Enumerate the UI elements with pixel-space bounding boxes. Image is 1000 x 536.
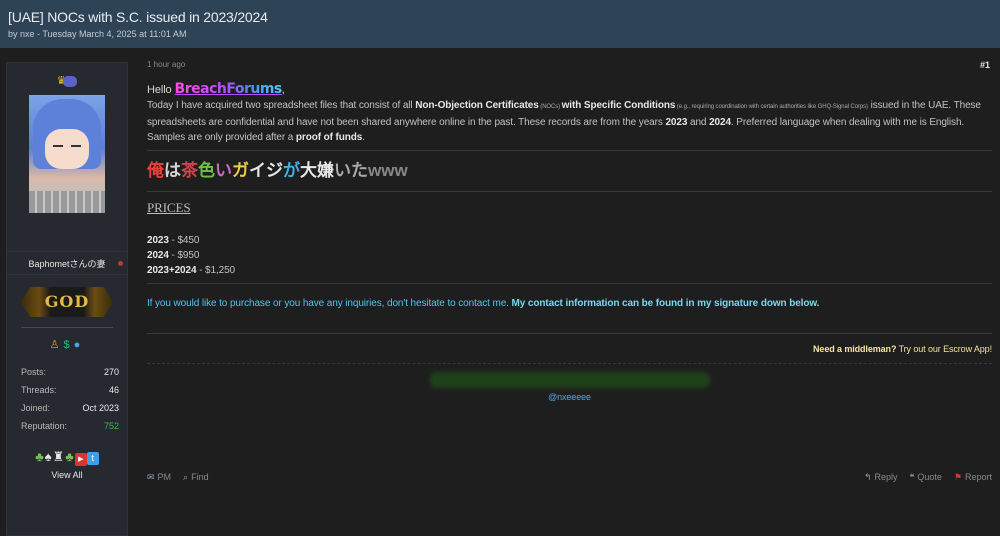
post-meta: 1 hour ago #1: [147, 48, 992, 82]
award-icon[interactable]: $: [64, 339, 74, 351]
username-label[interactable]: Baphometさんの妻: [28, 259, 105, 269]
divider: [147, 150, 992, 151]
intro-paragraph: Today I have acquired two spreadsheet fi…: [147, 100, 981, 143]
achievement-icon[interactable]: ♠: [45, 449, 53, 464]
thread-byline: by nxe - Tuesday March 4, 2025 at 11:01 …: [8, 29, 187, 39]
thread-title: [UAE] NOCs with S.C. issued in 2023/2024: [8, 9, 268, 25]
post-body: Hello BreachForums, Today I have acquire…: [147, 82, 992, 405]
brand-name: BreachForums: [174, 81, 283, 97]
stat-posts: Posts: 270: [21, 367, 119, 377]
prices-heading: PRICES: [147, 200, 191, 215]
achievement-icon[interactable]: ♣: [35, 449, 45, 464]
stat-reputation: Reputation: 752: [21, 421, 119, 431]
reply-icon: ↰: [863, 471, 872, 482]
envelope-icon: ✉: [147, 471, 155, 482]
author-stats: Posts: 270 Threads: 46 Joined: Oct 2023 Rep…: [7, 363, 127, 435]
offline-status-icon: [118, 261, 123, 266]
rank-divider: [21, 327, 113, 328]
price-item: 2023+2024 - $1,250: [147, 265, 236, 276]
thread-header: [UAE] NOCs with S.C. issued in 2023/2024…: [0, 0, 1000, 48]
achievement-icon[interactable]: ♣: [65, 449, 75, 464]
flag-icon: ⚑: [953, 471, 962, 482]
divider: [147, 283, 992, 284]
award-icon[interactable]: ●: [74, 339, 85, 351]
reply-button[interactable]: ↰ Reply: [864, 472, 898, 483]
japanese-banner-text: 俺は茶色いガイジが大嫌いたwww: [147, 161, 408, 180]
post: ♛ Baphometさんの妻 GOD ♙$● Posts: 270 Threads…: [0, 48, 1000, 536]
twitter-icon[interactable]: t: [86, 452, 99, 465]
escrow-promo[interactable]: Need a middleman? Try out our Escrow App…: [147, 342, 992, 357]
signature-handle-link[interactable]: @nxeeeee: [147, 390, 992, 405]
view-all-link[interactable]: View All: [7, 470, 127, 480]
pm-button[interactable]: ✉ PM: [147, 472, 171, 483]
signature-banner: [429, 372, 710, 388]
author-panel: ♛ Baphometさんの妻 GOD ♙$● Posts: 270 Threads…: [6, 62, 128, 536]
find-button[interactable]: ⌕ Find: [183, 472, 209, 483]
contact-text: If you would like to purchase or you hav…: [147, 298, 820, 309]
price-item: 2023 - $450: [147, 235, 200, 246]
post-time: 1 hour ago: [147, 60, 186, 69]
post-number-link[interactable]: #1: [980, 48, 992, 82]
award-icons: ♙$●: [7, 338, 127, 351]
user-badge: ♛: [7, 73, 127, 89]
group-badge-icon: [63, 75, 78, 87]
signature-dash-divider: [147, 363, 992, 364]
report-button[interactable]: ⚑ Report: [954, 472, 992, 483]
youtube-icon[interactable]: ▶: [74, 453, 87, 466]
greeting: Hello BreachForums,: [147, 81, 285, 97]
search-icon: ⌕: [183, 471, 189, 482]
username[interactable]: Baphometさんの妻: [7, 251, 127, 275]
achievement-icons: ♣♠♜♣ ▶ t: [7, 449, 127, 466]
divider: [147, 191, 992, 192]
post-content: 1 hour ago #1 Hello BreachForums, Today …: [147, 48, 992, 500]
achievement-icon[interactable]: ♜: [53, 449, 66, 464]
signature-divider: [147, 333, 992, 334]
price-item: 2024 - $950: [147, 250, 200, 261]
post-actions: ✉ PM ⌕ Find ↰ Reply ❝ Quote ⚑ Report: [147, 467, 992, 487]
award-icon[interactable]: ♙: [50, 339, 64, 351]
stat-joined: Joined: Oct 2023: [21, 403, 119, 413]
rank-badge: GOD: [21, 287, 113, 317]
stat-threads: Threads: 46: [21, 385, 119, 395]
price-list: 2023 - $450 2024 - $950 2023+2024 - $1,2…: [147, 233, 992, 278]
quote-button[interactable]: ❝ Quote: [910, 472, 942, 483]
avatar[interactable]: [29, 95, 105, 213]
quote-icon: ❝: [909, 471, 915, 482]
